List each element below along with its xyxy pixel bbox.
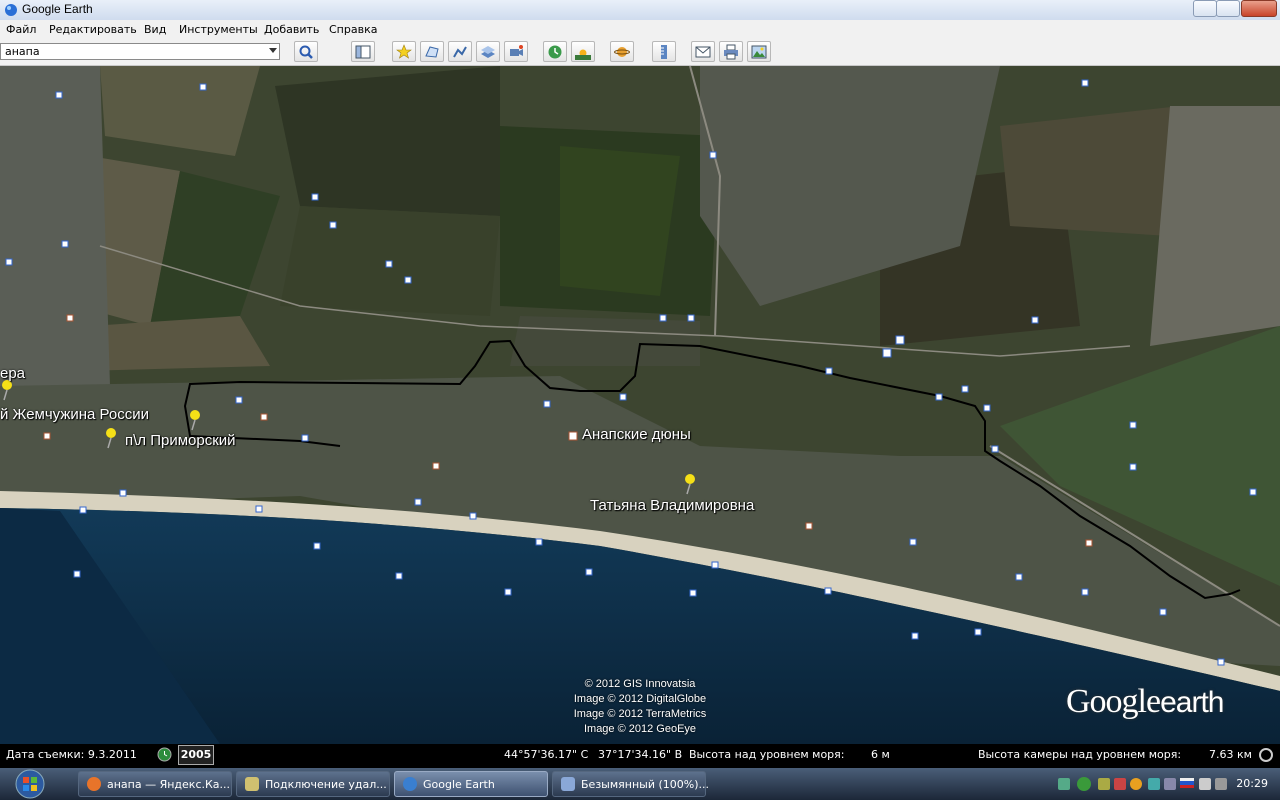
record-tour-button[interactable]: [504, 41, 528, 62]
historical-imagery-button[interactable]: [543, 41, 567, 62]
clock-icon[interactable]: [157, 747, 172, 762]
print-button[interactable]: [719, 41, 743, 62]
save-image-icon: [751, 45, 767, 59]
add-overlay-button[interactable]: [476, 41, 500, 62]
firefox-icon: [87, 777, 101, 791]
longitude-readout: 37°17'34.16" В: [598, 748, 683, 761]
menu-file[interactable]: Файл: [6, 23, 36, 36]
map-label[interactable]: й Жемчужина России: [0, 406, 149, 423]
start-button[interactable]: [2, 768, 66, 800]
attribution-text: Image © 2012 GeoEye: [583, 723, 697, 735]
taskbar: анапа — Яндекс.Ка... Подключение удал...…: [0, 768, 1280, 800]
pushpin-icon[interactable]: [188, 409, 202, 431]
clock[interactable]: 20:29: [1236, 777, 1268, 790]
save-image-button[interactable]: [747, 41, 771, 62]
window-title: Google Earth: [22, 2, 93, 16]
map-label[interactable]: ера: [0, 365, 25, 382]
taskbar-item[interactable]: Google Earth: [394, 771, 548, 797]
search-button[interactable]: [294, 41, 318, 62]
paint-icon: [561, 777, 575, 791]
sidebar-toggle-button[interactable]: [351, 41, 375, 62]
menu-view[interactable]: Вид: [144, 23, 166, 36]
imagery-date: Дата съемки: 9.3.2011: [6, 748, 137, 761]
search-input[interactable]: [1, 44, 255, 59]
toolbar: [0, 39, 1280, 66]
attribution-text: Image © 2012 TerraMetrics: [573, 708, 707, 720]
google-earth-icon: [403, 777, 417, 791]
menu-edit[interactable]: Редактировать: [49, 23, 137, 36]
menu-help[interactable]: Справка: [329, 23, 377, 36]
sidebar-icon: [355, 45, 371, 59]
google-earth-app-icon: [5, 4, 17, 16]
polygon-icon: [425, 46, 439, 58]
overlay-icon: [481, 46, 495, 58]
map-label[interactable]: п\л Приморский: [125, 432, 236, 449]
ruler-icon: [661, 45, 667, 59]
remote-desktop-icon: [245, 777, 259, 791]
status-bar: Дата съемки: 9.3.2011 2005 44°57'36.17" …: [0, 744, 1280, 766]
taskbar-item[interactable]: Безымянный (100%)...: [552, 771, 709, 797]
minimize-button[interactable]: [1193, 0, 1217, 17]
close-button[interactable]: [1241, 0, 1277, 17]
placemark-icon: [396, 44, 412, 59]
eye-altitude-label: Высота камеры над уровнем моря:: [978, 748, 1182, 761]
maximize-button[interactable]: [1216, 0, 1240, 17]
map-label[interactable]: Татьяна Владимировна: [590, 497, 754, 514]
add-path-button[interactable]: [448, 41, 472, 62]
pushpin-icon[interactable]: [683, 473, 697, 495]
ruler-button[interactable]: [652, 41, 676, 62]
pushpin-icon[interactable]: [104, 427, 118, 449]
taskbar-item[interactable]: анапа — Яндекс.Ка...: [78, 771, 232, 797]
email-icon: [695, 46, 711, 58]
elevation-label: Высота над уровнем моря:: [689, 748, 845, 761]
attribution-text: Image © 2012 DigitalGlobe: [573, 693, 707, 705]
path-icon: [453, 46, 467, 58]
menu-tools[interactable]: Инструменты: [179, 23, 258, 36]
title-bar: Google Earth: [0, 0, 1280, 21]
pushpin-icon[interactable]: [0, 379, 14, 401]
imagery-year-badge[interactable]: 2005: [178, 745, 214, 765]
elevation-value: 6 м: [871, 748, 890, 761]
map-view[interactable]: ера й Жемчужина России п\л Приморский Ан…: [0, 66, 1280, 744]
chevron-down-icon[interactable]: [269, 48, 277, 53]
menu-bar: Файл Редактировать Вид Инструменты Добав…: [0, 20, 1280, 39]
streaming-indicator-icon: [1259, 748, 1273, 762]
print-icon: [724, 44, 738, 60]
record-tour-icon: [510, 45, 523, 56]
email-button[interactable]: [691, 41, 715, 62]
taskbar-item[interactable]: Подключение удал...: [236, 771, 390, 797]
satellite-imagery: [0, 66, 1280, 744]
add-placemark-button[interactable]: [392, 41, 416, 62]
menu-add[interactable]: Добавить: [264, 23, 319, 36]
historical-imagery-icon: [548, 45, 562, 59]
latitude-readout: 44°57'36.17" С: [504, 748, 589, 761]
planets-button[interactable]: [610, 41, 634, 62]
eye-altitude-value: 7.63 км: [1209, 748, 1252, 761]
add-polygon-button[interactable]: [420, 41, 444, 62]
system-tray: 20:29: [1050, 768, 1280, 800]
planets-icon: [614, 47, 630, 57]
sunlight-button[interactable]: [571, 41, 595, 62]
sunlight-icon: [575, 49, 591, 60]
google-earth-logo: Googleearth: [1066, 683, 1224, 720]
search-combobox[interactable]: [0, 43, 280, 60]
map-label[interactable]: Анапские дюны: [582, 426, 691, 443]
attribution-text: © 2012 GIS Innovatsia: [584, 678, 696, 690]
tray-icons[interactable]: [1054, 768, 1229, 800]
search-icon: [299, 45, 313, 59]
